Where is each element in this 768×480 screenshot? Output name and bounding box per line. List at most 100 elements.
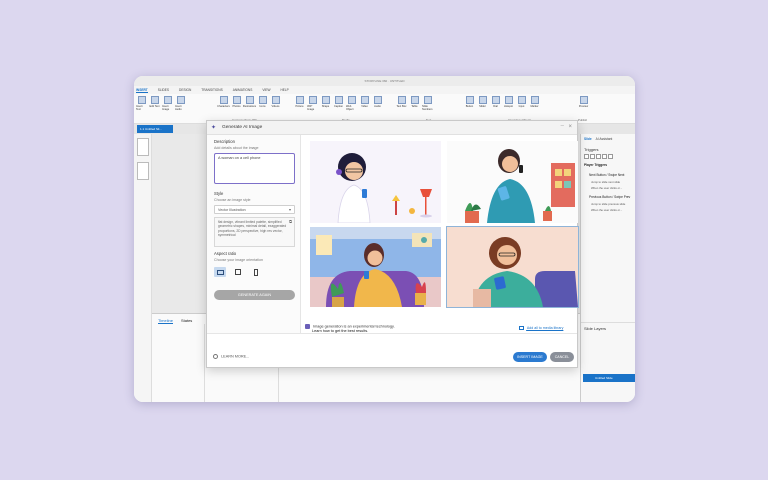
portrait-icon — [253, 268, 259, 276]
tab-help[interactable]: HELP — [280, 88, 288, 92]
picture-button[interactable]: Picture — [294, 96, 305, 108]
aspect-portrait-option[interactable] — [250, 267, 262, 277]
tab-states[interactable]: States — [181, 318, 192, 324]
tab-transitions[interactable]: TRANSITIONS — [201, 88, 222, 92]
slider-icon — [478, 96, 487, 104]
photos-button[interactable]: Photos — [231, 96, 242, 108]
description-label: Description — [214, 139, 235, 144]
aspect-landscape-option[interactable] — [214, 267, 226, 277]
trigger-name[interactable]: Next Button / Swipe Next — [581, 169, 635, 179]
tab-animations[interactable]: ANIMATIONS — [233, 88, 253, 92]
table-button[interactable]: Table — [409, 96, 420, 108]
button-button[interactable]: Button — [464, 96, 475, 108]
video-icon — [271, 96, 280, 104]
shape-button[interactable]: Shape — [320, 96, 331, 108]
library-icon — [519, 326, 524, 331]
tab-ai-assistant[interactable]: AI Assistant — [596, 137, 613, 141]
insert-audio-button[interactable]: Insert Audio — [175, 96, 186, 111]
woman-phone-illustration — [447, 227, 578, 307]
add-to-library-link[interactable]: Add all to media library — [519, 326, 563, 331]
paste-trigger-icon[interactable] — [602, 154, 607, 159]
text-box-icon — [397, 96, 406, 104]
slide-numbers-icon — [423, 96, 432, 104]
generated-image-1[interactable] — [310, 141, 441, 223]
style-label: Style — [214, 191, 224, 196]
slide-thumbnail[interactable] — [137, 138, 149, 156]
insert-text-button[interactable]: Insert Text — [136, 96, 147, 111]
tab-insert[interactable]: INSERT — [136, 88, 148, 93]
text-box-button[interactable]: Text Box — [396, 96, 407, 108]
learn-more-link[interactable]: LEARN MORE... — [213, 354, 249, 359]
slide-numbers-button[interactable]: Slide Numbers — [422, 96, 433, 111]
slide-thumbnail[interactable] — [137, 162, 149, 180]
notice-text: Image generation is an experimental tech… — [313, 324, 395, 329]
input-button[interactable]: Input — [516, 96, 527, 108]
video-button[interactable]: Video — [359, 96, 370, 108]
aspect-ratio-hint: Choose your image orientation — [214, 258, 263, 262]
preview-icon — [579, 96, 588, 104]
new-trigger-icon[interactable] — [584, 154, 589, 159]
tablet-frame: STORYLINE 360 · UNTITLED INSERT SLIDES D… — [134, 76, 635, 402]
web-icon — [347, 96, 356, 104]
woman-phone-illustration — [310, 227, 441, 307]
audio-button[interactable]: Audio — [372, 96, 383, 108]
icons-button[interactable]: Icons — [257, 96, 268, 108]
slider-button[interactable]: Slider — [477, 96, 488, 108]
copy-icon[interactable]: ⧉ — [289, 219, 292, 224]
insert-image-button[interactable]: INSERT IMAGE — [513, 352, 547, 362]
tab-slides[interactable]: SLIDES — [158, 88, 169, 92]
tab-timeline[interactable]: Timeline — [158, 318, 173, 324]
generate-again-button[interactable]: GENERATE AGAIN — [214, 290, 295, 300]
style-hint: Choose an image style — [214, 198, 251, 202]
caption-button[interactable]: Caption — [333, 96, 344, 108]
tab-slide[interactable]: Slide — [584, 137, 592, 141]
marker-button[interactable]: Marker — [529, 96, 540, 108]
trigger-name[interactable]: Previous Button / Swipe Prev — [581, 191, 635, 201]
edit-text-button[interactable]: Edit Text — [149, 96, 160, 108]
preview-button[interactable]: Preview — [578, 96, 589, 108]
style-select[interactable]: Vector Illustration ▾ — [214, 205, 295, 214]
aspect-square-option[interactable] — [232, 267, 244, 277]
description-input[interactable]: A woman on a cell phone — [214, 153, 295, 184]
ribbon-tabs: INSERT SLIDES DESIGN TRANSITIONS ANIMATI… — [134, 86, 635, 94]
illustrations-button[interactable]: Illustrations — [243, 96, 256, 108]
dial-button[interactable]: Dial — [490, 96, 501, 108]
document-tab[interactable]: 1.1 Untitled Sli... — [137, 125, 173, 133]
generated-image-2[interactable] — [447, 141, 578, 223]
edit-trigger-icon[interactable] — [590, 154, 595, 159]
tab-design[interactable]: DESIGN — [179, 88, 191, 92]
slide-thumbnails-pane — [134, 134, 152, 402]
style-prompt: flat design, vibrant limited palette, si… — [218, 220, 287, 238]
selected-layer[interactable]: Untitled Slide — [583, 374, 635, 382]
learn-more-label: LEARN MORE... — [221, 354, 250, 359]
slide-layers-title: Slide Layers — [581, 322, 635, 334]
cancel-button[interactable]: CANCEL — [550, 352, 574, 362]
hotspot-icon — [504, 96, 513, 104]
web-object-button[interactable]: Web Object — [346, 96, 357, 111]
insert-image-button[interactable]: Insert Image — [162, 96, 173, 111]
ribbon-group-text-insert: Insert Text Edit Text Insert Image Inser… — [136, 96, 186, 118]
dialog-options-panel: Description Add details about the image … — [207, 135, 301, 335]
video-media-icon — [360, 96, 369, 104]
hotspot-button[interactable]: Hotspot — [503, 96, 514, 108]
image-360-button[interactable]: 360° Image — [307, 96, 318, 111]
copy-trigger-icon[interactable] — [596, 154, 601, 159]
description-hint: Add details about the image — [214, 146, 259, 150]
timeline-divider — [204, 324, 205, 402]
button-icon — [465, 96, 474, 104]
generated-image-4[interactable] — [446, 226, 579, 308]
audio-media-icon — [373, 96, 382, 104]
delete-trigger-icon[interactable] — [608, 154, 613, 159]
style-prompt-text[interactable]: flat design, vibrant limited palette, si… — [214, 217, 295, 247]
storyline-app: STORYLINE 360 · UNTITLED INSERT SLIDES D… — [134, 76, 635, 402]
input-icon — [517, 96, 526, 104]
tab-view[interactable]: VIEW — [262, 88, 270, 92]
close-icon[interactable]: × — [568, 124, 572, 130]
generate-ai-image-dialog: ✦ Generate AI Image – × Description Add … — [206, 120, 579, 368]
timeline-tabs: Timeline States — [158, 318, 192, 324]
videos-button[interactable]: Videos — [270, 96, 281, 108]
chevron-down-icon: ▾ — [288, 207, 291, 212]
minimize-icon[interactable]: – — [561, 123, 564, 129]
generated-image-3[interactable] — [310, 227, 441, 307]
characters-button[interactable]: Characters — [217, 96, 230, 108]
